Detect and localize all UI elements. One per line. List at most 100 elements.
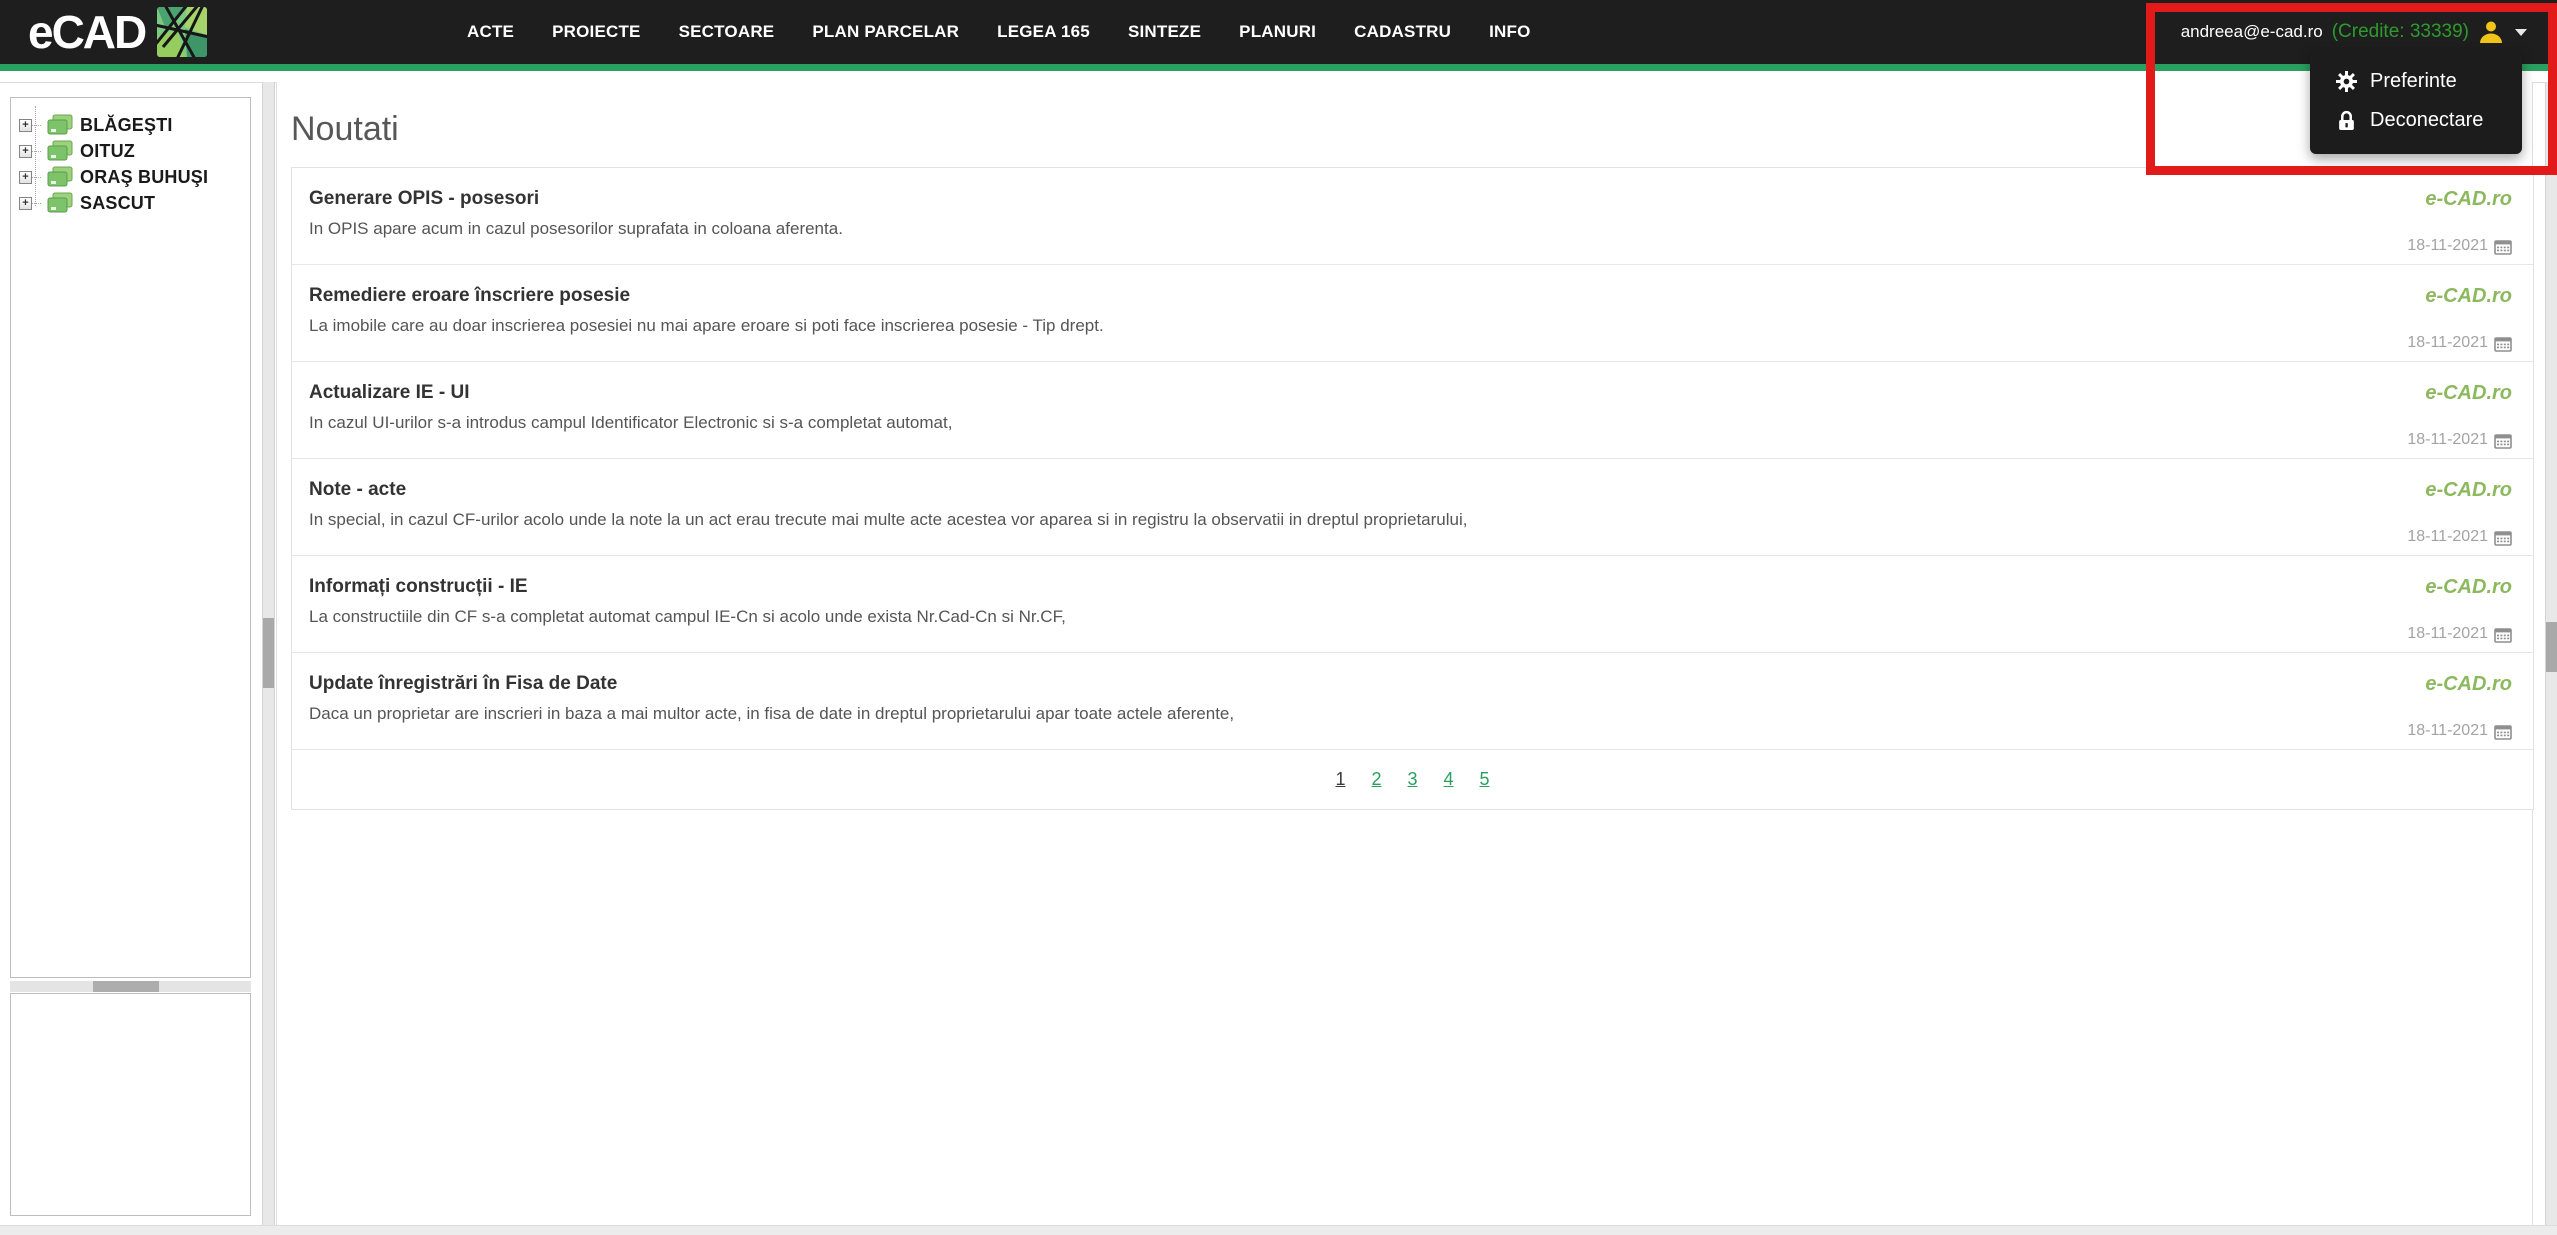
menu-item[interactable]: INFO xyxy=(1470,22,1549,42)
locality-folder-icon xyxy=(47,114,73,135)
news-date-row: 18-11-2021 xyxy=(2407,625,2512,643)
news-meta-block: e-CAD.ro 18-11-2021 xyxy=(2407,285,2512,361)
user-menu-item-preferinte[interactable]: Preferinte xyxy=(2310,62,2522,101)
user-email: andreea@e-cad.ro xyxy=(2180,22,2323,41)
sidebar-secondary-panel xyxy=(10,993,251,1216)
user-menu-item-label: Preferinte xyxy=(2370,70,2457,92)
menu-item[interactable]: LEGEA 165 xyxy=(978,22,1109,42)
pagination: 1 2 3 4 5 xyxy=(292,750,2533,809)
pagination-page-link[interactable]: 5 xyxy=(1480,769,1490,790)
brand-text: eCAD xyxy=(28,6,147,58)
tree-item-label: OITUZ xyxy=(80,140,135,161)
user-menu-item-deconectare[interactable]: Deconectare xyxy=(2310,101,2522,140)
brand-logo[interactable]: eCAD xyxy=(28,0,208,64)
locality-folder-icon xyxy=(47,166,73,187)
pagination-page-link[interactable]: 2 xyxy=(1371,769,1381,790)
user-menu-item-label: Deconectare xyxy=(2370,109,2484,131)
news-item: Note - acte In special, in cazul CF-uril… xyxy=(292,459,2533,556)
sidebar-main-divider-scrollbar[interactable] xyxy=(262,82,275,1225)
top-navbar: eCAD ACTE PROIECTE SECTOARE PLAN PARCELA… xyxy=(0,0,2557,64)
gear-icon xyxy=(2336,71,2357,92)
news-item: Remediere eroare înscriere posesie La im… xyxy=(292,265,2533,362)
menu-item[interactable]: ACTE xyxy=(448,22,533,42)
expand-plus-icon[interactable]: + xyxy=(19,196,32,210)
news-item: Informați construcții - IE La constructi… xyxy=(292,556,2533,653)
news-description: La constructiile din CF s-a completat au… xyxy=(309,607,1066,626)
news-title: Remediere eroare înscriere posesie xyxy=(309,285,631,306)
news-meta-block: e-CAD.ro 18-11-2021 xyxy=(2407,188,2512,264)
news-date: 18-11-2021 xyxy=(2407,722,2488,739)
lock-icon xyxy=(2339,110,2354,130)
news-title: Update înregistrări în Fisa de Date xyxy=(309,673,618,694)
news-text-block: Informați construcții - IE La constructi… xyxy=(309,576,1066,652)
news-source: e-CAD.ro xyxy=(2425,576,2512,598)
news-source: e-CAD.ro xyxy=(2425,285,2512,307)
scrollbar-thumb[interactable] xyxy=(93,981,159,992)
tree-item-label: BLĂGEŞTI xyxy=(80,114,173,135)
news-meta-block: e-CAD.ro 18-11-2021 xyxy=(2407,576,2512,652)
bottom-scrollbar-track xyxy=(0,1225,2557,1235)
news-source: e-CAD.ro xyxy=(2425,382,2512,404)
news-title: Informați construcții - IE xyxy=(309,576,528,597)
menu-item[interactable]: PLAN PARCELAR xyxy=(793,22,978,42)
news-list: Generare OPIS - posesori In OPIS apare a… xyxy=(292,168,2533,750)
news-date-row: 18-11-2021 xyxy=(2407,237,2512,255)
tree-item-label: ORAŞ BUHUŞI xyxy=(80,166,209,187)
news-text-block: Note - acte In special, in cazul CF-uril… xyxy=(309,479,1467,555)
menu-item[interactable]: SECTOARE xyxy=(660,22,794,42)
calendar-icon xyxy=(2494,239,2512,255)
tree-item[interactable]: + ORAŞ BUHUŞI xyxy=(11,164,250,190)
pagination-page-link[interactable]: 1 xyxy=(1335,769,1345,790)
news-date: 18-11-2021 xyxy=(2407,625,2488,642)
menu-item[interactable]: PROIECTE xyxy=(533,22,660,42)
calendar-icon xyxy=(2494,336,2512,352)
locality-folder-icon xyxy=(47,140,73,161)
expand-plus-icon[interactable]: + xyxy=(19,170,32,184)
tree-connector-line xyxy=(32,150,41,152)
tree-connector-line xyxy=(32,124,41,126)
news-meta-block: e-CAD.ro 18-11-2021 xyxy=(2407,673,2512,749)
news-date: 18-11-2021 xyxy=(2407,431,2488,448)
pagination-page-link[interactable]: 4 xyxy=(1444,769,1454,790)
pagination-page-link[interactable]: 3 xyxy=(1407,769,1417,790)
news-title: Generare OPIS - posesori xyxy=(309,188,540,209)
user-credits: (Credite: 33339) xyxy=(2331,21,2469,42)
sidebar-horizontal-scrollbar[interactable] xyxy=(10,981,251,992)
news-date-row: 18-11-2021 xyxy=(2407,722,2512,740)
news-item: Generare OPIS - posesori In OPIS apare a… xyxy=(292,168,2533,265)
news-date: 18-11-2021 xyxy=(2407,334,2488,351)
news-text-block: Update înregistrări în Fisa de Date Daca… xyxy=(309,673,1234,749)
menu-item[interactable]: CADASTRU xyxy=(1335,22,1470,42)
news-title: Actualizare IE - UI xyxy=(309,382,470,403)
news-item: Update înregistrări în Fisa de Date Daca… xyxy=(292,653,2533,750)
locality-folder-icon xyxy=(47,192,73,213)
tree-connector-line xyxy=(32,202,41,204)
tree-item[interactable]: + OITUZ xyxy=(11,138,250,164)
news-description: La imobile care au doar inscrierea poses… xyxy=(309,316,1104,335)
tree-item[interactable]: + BLĂGEŞTI xyxy=(11,112,250,138)
news-description: In OPIS apare acum in cazul posesorilor … xyxy=(309,219,843,238)
brand-mosaic-icon xyxy=(157,7,208,57)
ecad-app: eCAD ACTE PROIECTE SECTOARE PLAN PARCELA… xyxy=(0,0,2557,1235)
main-content: Noutati Generare OPIS - posesori In OPIS… xyxy=(276,82,2534,1225)
accent-bar xyxy=(0,64,2557,71)
tree-item[interactable]: + SASCUT xyxy=(11,190,250,216)
main-menu: ACTE PROIECTE SECTOARE PLAN PARCELAR LEG… xyxy=(448,0,1550,64)
scrollbar-thumb[interactable] xyxy=(2546,622,2557,672)
news-description: In special, in cazul CF-urilor acolo und… xyxy=(309,510,1468,529)
news-description: Daca un proprietar are inscrieri in baza… xyxy=(309,704,1235,723)
news-date: 18-11-2021 xyxy=(2407,237,2488,254)
news-text-block: Actualizare IE - UI In cazul UI-urilor s… xyxy=(309,382,952,458)
expand-plus-icon[interactable]: + xyxy=(19,118,32,132)
location-tree: + BLĂGEŞTI + OITUZ + ORAŞ BUHUŞI + SASCU… xyxy=(11,98,250,216)
news-description: In cazul UI-urilor s-a introdus campul I… xyxy=(309,413,953,432)
scrollbar-thumb[interactable] xyxy=(263,618,274,688)
expand-plus-icon[interactable]: + xyxy=(19,144,32,158)
news-date-row: 18-11-2021 xyxy=(2407,334,2512,352)
menu-item[interactable]: PLANURI xyxy=(1220,22,1335,42)
main-vertical-scrollbar[interactable] xyxy=(2545,82,2557,1225)
calendar-icon xyxy=(2494,530,2512,546)
menu-item[interactable]: SINTEZE xyxy=(1109,22,1220,42)
news-text-block: Generare OPIS - posesori In OPIS apare a… xyxy=(309,188,843,264)
news-panel: Generare OPIS - posesori In OPIS apare a… xyxy=(291,167,2534,810)
